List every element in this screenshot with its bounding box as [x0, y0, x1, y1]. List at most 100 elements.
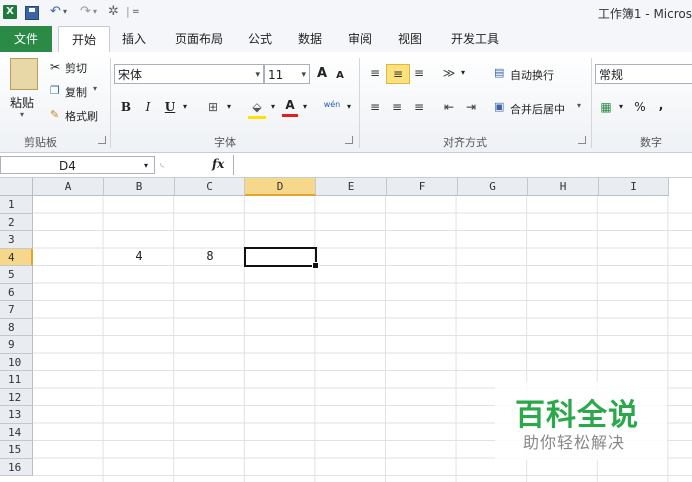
tab-page-layout[interactable]: 页面布局: [166, 26, 232, 52]
column-header-d[interactable]: D: [245, 178, 316, 196]
column-header-c[interactable]: C: [175, 178, 245, 196]
decrease-indent-icon[interactable]: ⇤: [440, 98, 458, 116]
orientation-icon[interactable]: ≫: [440, 64, 458, 82]
tab-view[interactable]: 视图: [390, 26, 430, 52]
shrink-font-button[interactable]: A: [333, 67, 347, 85]
name-box[interactable]: D4 ▾: [0, 156, 155, 174]
clipboard-launcher-icon[interactable]: [98, 136, 106, 144]
fill-color-dropdown-icon[interactable]: ▾: [268, 98, 278, 116]
column-header-i[interactable]: I: [599, 178, 669, 196]
align-bottom-icon[interactable]: ≡: [410, 64, 428, 82]
redo-dropdown-icon[interactable]: ▾: [93, 4, 97, 20]
align-middle-icon[interactable]: ≡: [386, 64, 410, 84]
grow-font-button[interactable]: A: [314, 65, 330, 83]
column-header-g[interactable]: G: [458, 178, 528, 196]
cell-b4[interactable]: 4: [104, 248, 174, 265]
insert-function-button[interactable]: fx: [212, 157, 224, 171]
row-header-9[interactable]: 9: [0, 336, 33, 354]
italic-button[interactable]: I: [140, 98, 156, 116]
fill-color-icon[interactable]: ⬙: [248, 98, 266, 119]
tab-developer[interactable]: 开发工具: [442, 26, 508, 52]
bold-button[interactable]: B: [118, 98, 134, 116]
increase-indent-icon[interactable]: ⇥: [462, 98, 480, 116]
chevron-down-icon[interactable]: ▾: [301, 65, 306, 85]
row-header-1[interactable]: 1: [0, 196, 33, 214]
paste-dropdown-icon[interactable]: ▾: [20, 110, 24, 119]
alignment-launcher-icon[interactable]: [578, 136, 586, 144]
merge-dropdown-icon[interactable]: ▾: [577, 101, 581, 110]
paste-button[interactable]: 粘贴: [10, 94, 34, 111]
row-header-15[interactable]: 15: [0, 441, 33, 459]
excel-app-icon[interactable]: X: [3, 5, 17, 19]
column-header-f[interactable]: F: [387, 178, 458, 196]
undo-dropdown-icon[interactable]: ▾: [63, 4, 67, 20]
align-right-icon[interactable]: ≡: [410, 98, 428, 116]
row-header-8[interactable]: 8: [0, 318, 33, 336]
font-name-combo[interactable]: 宋体 ▾: [114, 64, 264, 84]
column-header-b[interactable]: B: [104, 178, 175, 196]
select-all-corner[interactable]: [0, 178, 33, 196]
align-top-icon[interactable]: ≡: [366, 64, 384, 82]
undo-icon[interactable]: ↶: [50, 4, 61, 20]
row-header-13[interactable]: 13: [0, 406, 33, 424]
watermark: 百科全说 助你轻松解决: [495, 382, 667, 460]
cut-button[interactable]: 剪切: [65, 60, 87, 76]
fill-handle[interactable]: [312, 262, 319, 269]
format-painter-button[interactable]: 格式刷: [65, 108, 98, 124]
row-header-10[interactable]: 10: [0, 353, 33, 371]
active-cell-d4[interactable]: [244, 247, 317, 267]
font-color-button[interactable]: A: [282, 96, 298, 117]
column-header-a[interactable]: A: [33, 178, 104, 196]
tab-file[interactable]: 文件: [0, 26, 52, 52]
borders-icon[interactable]: ⊞: [204, 98, 222, 116]
row-header-5[interactable]: 5: [0, 266, 33, 284]
phonetic-dropdown-icon[interactable]: ▾: [344, 98, 354, 116]
row-header-6[interactable]: 6: [0, 283, 33, 301]
tab-data[interactable]: 数据: [290, 26, 330, 52]
formula-resize-icon[interactable]: ◟: [160, 156, 172, 172]
phonetic-guide-button[interactable]: wén: [322, 96, 342, 114]
qat-customize-icon[interactable]: =: [132, 4, 140, 20]
currency-icon[interactable]: ▦: [598, 98, 614, 116]
redo-icon[interactable]: ↷: [80, 4, 91, 20]
tab-insert[interactable]: 插入: [114, 26, 154, 52]
align-left-icon[interactable]: ≡: [366, 98, 384, 116]
row-header-4[interactable]: 4: [0, 248, 33, 266]
copy-button[interactable]: 复制: [65, 84, 87, 100]
customize-tools-icon[interactable]: ✲: [108, 4, 119, 20]
merge-center-button[interactable]: 合并后居中: [510, 101, 565, 117]
row-header-2[interactable]: 2: [0, 213, 33, 231]
formula-input[interactable]: [233, 155, 692, 175]
tab-formulas[interactable]: 公式: [240, 26, 280, 52]
row-header-12[interactable]: 12: [0, 388, 33, 406]
tab-home[interactable]: 开始: [58, 26, 110, 53]
row-header-16[interactable]: 16: [0, 458, 33, 476]
row-header-7[interactable]: 7: [0, 301, 33, 319]
column-header-h[interactable]: H: [528, 178, 599, 196]
row-header-14[interactable]: 14: [0, 423, 33, 441]
underline-button[interactable]: U: [162, 98, 178, 116]
align-center-icon[interactable]: ≡: [388, 98, 406, 116]
percent-button[interactable]: %: [632, 98, 648, 116]
tab-review[interactable]: 审阅: [340, 26, 380, 52]
underline-dropdown-icon[interactable]: ▾: [180, 98, 190, 116]
orientation-dropdown-icon[interactable]: ▾: [458, 64, 468, 82]
comma-button[interactable]: ,: [656, 96, 666, 114]
cell-c4[interactable]: 8: [175, 248, 245, 265]
column-header-e[interactable]: E: [316, 178, 387, 196]
font-size-combo[interactable]: 11 ▾: [264, 64, 310, 84]
font-color-dropdown-icon[interactable]: ▾: [300, 98, 310, 116]
number-format-combo[interactable]: 常规: [595, 64, 692, 84]
borders-dropdown-icon[interactable]: ▾: [224, 98, 234, 116]
save-icon[interactable]: [25, 6, 39, 20]
wrap-text-button[interactable]: 自动换行: [510, 67, 554, 83]
row-header-11[interactable]: 11: [0, 371, 33, 389]
currency-dropdown-icon[interactable]: ▾: [616, 98, 626, 116]
chevron-down-icon[interactable]: ▾: [255, 65, 260, 85]
font-launcher-icon[interactable]: [345, 136, 353, 144]
chevron-down-icon[interactable]: ▾: [144, 157, 148, 175]
paste-icon[interactable]: [10, 58, 38, 90]
scissors-icon: ✂: [50, 60, 61, 74]
copy-dropdown-icon[interactable]: ▾: [93, 84, 97, 93]
row-header-3[interactable]: 3: [0, 231, 33, 249]
